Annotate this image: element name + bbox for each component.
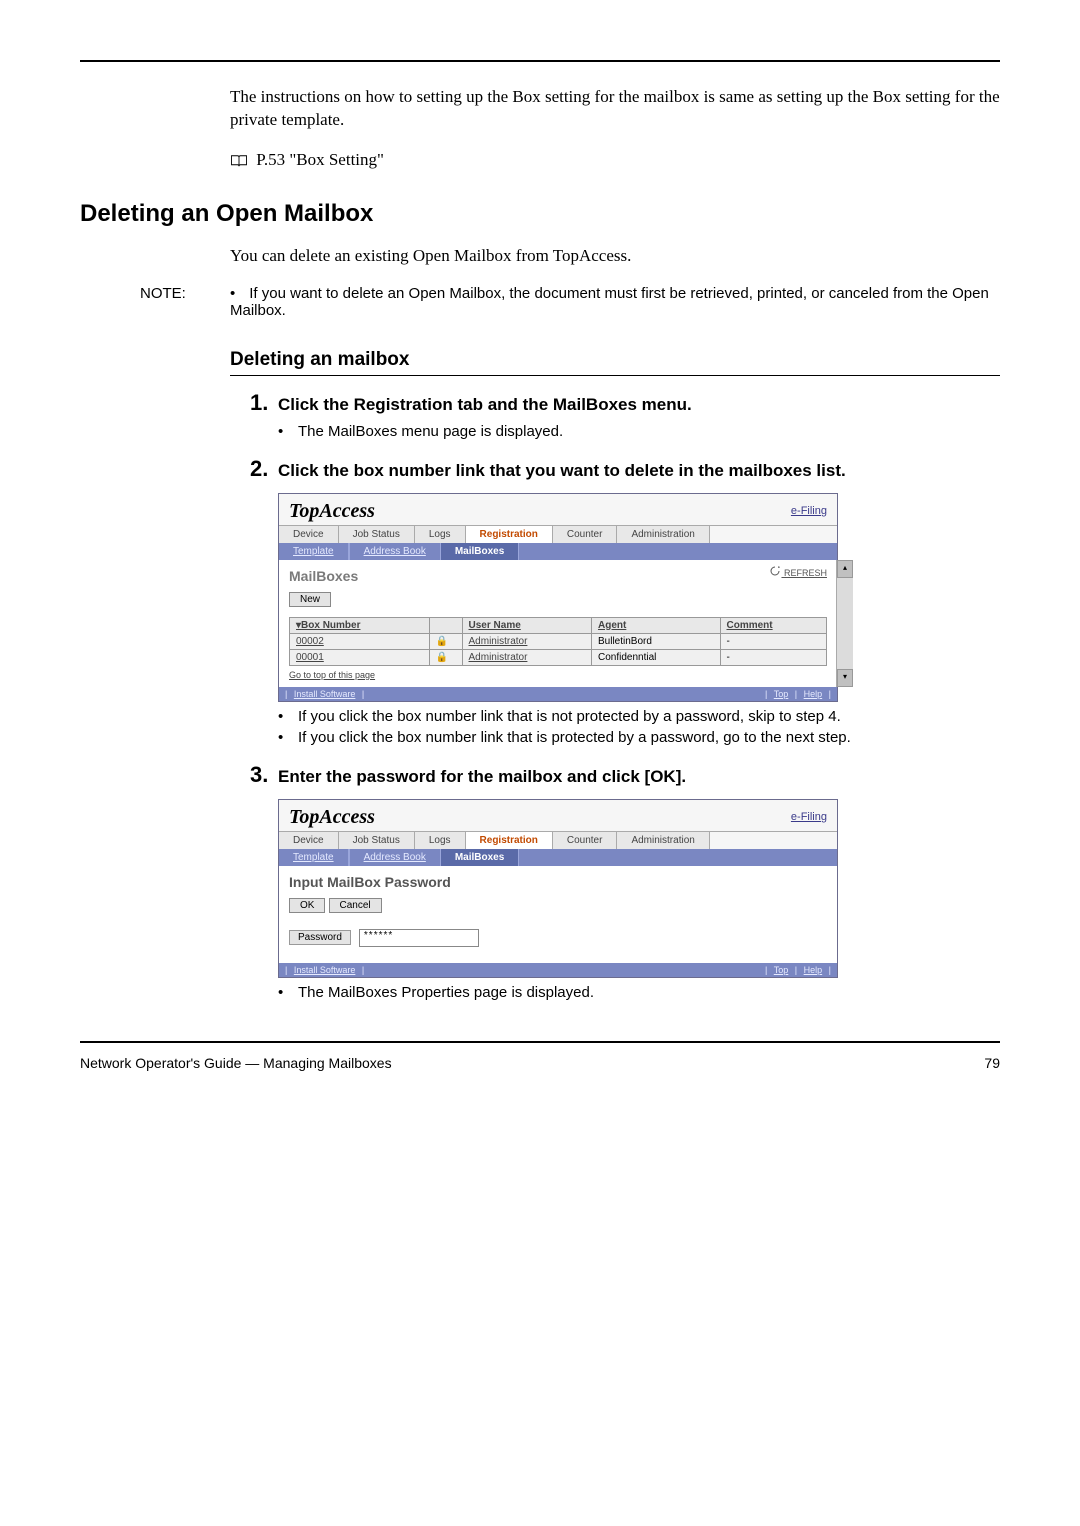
ok-button[interactable]: OK [289,898,325,913]
step-sub-text: If you click the box number link that is… [298,729,851,746]
topaccess-logo: TopAccess [289,500,375,523]
th-comment[interactable]: Comment [720,617,827,633]
tab-job-status[interactable]: Job Status [339,832,415,849]
step-title: Enter the password for the mailbox and c… [278,766,686,789]
lock-icon: 🔒 [429,649,462,665]
panel-title: MailBoxes [289,568,827,584]
bullet-icon: • [230,285,235,302]
th-lock [429,617,462,633]
subsection-heading: Deleting an mailbox [230,349,1000,376]
comment-cell: - [720,649,827,665]
new-button[interactable]: New [289,592,331,607]
bullet-icon: • [278,729,298,746]
step-number: 3. [250,762,278,788]
note-label: NOTE: [140,285,230,319]
tab-logs[interactable]: Logs [415,832,466,849]
cancel-button[interactable]: Cancel [329,898,382,913]
box-number-link[interactable]: 00002 [290,633,430,649]
screenshot-topaccess-password: TopAccess e-Filing Device Job Status Log… [278,799,838,978]
scroll-down-icon[interactable]: ▾ [837,669,853,687]
scrollbar[interactable]: ▴ ▾ [836,560,853,687]
mailboxes-table: ▾Box Number User Name Agent Comment 0000… [289,617,827,666]
step-number: 1. [250,390,278,416]
table-row: 00001 🔒 Administrator Confidenntial - [290,649,827,665]
section-heading: Deleting an Open Mailbox [80,200,1000,228]
tab-logs[interactable]: Logs [415,526,466,543]
step-number: 2. [250,456,278,482]
subtab-template[interactable]: Template [279,543,349,560]
tab-administration[interactable]: Administration [617,832,709,849]
note-text: If you want to delete an Open Mailbox, t… [230,285,989,319]
th-box-number[interactable]: ▾Box Number [290,617,430,633]
efiling-link[interactable]: e-Filing [791,811,827,823]
install-software-link[interactable]: Install Software [294,965,356,975]
lock-icon: 🔒 [429,633,462,649]
step-sub-text: If you click the box number link that is… [298,708,841,725]
topaccess-logo: TopAccess [289,806,375,829]
tab-registration[interactable]: Registration [466,832,553,849]
bullet-icon: • [278,984,298,1001]
tab-device[interactable]: Device [279,832,339,849]
bullet-icon: • [278,708,298,725]
book-icon [230,154,248,168]
efiling-link[interactable]: e-Filing [791,505,827,517]
user-name-link[interactable]: Administrator [462,633,591,649]
tab-device[interactable]: Device [279,526,339,543]
intro-paragraph: The instructions on how to setting up th… [230,86,1000,132]
tab-counter[interactable]: Counter [553,526,618,543]
tab-job-status[interactable]: Job Status [339,526,415,543]
tab-administration[interactable]: Administration [617,526,709,543]
step-sub-text: The MailBoxes menu page is displayed. [298,423,563,440]
top-link[interactable]: Top [774,965,789,975]
bullet-icon: • [278,423,298,440]
agent-cell: Confidenntial [591,649,720,665]
step-sub-text: The MailBoxes Properties page is display… [298,984,594,1001]
go-top-link[interactable]: Go to top of this page [289,670,375,680]
tab-registration[interactable]: Registration [466,526,553,543]
section-paragraph: You can delete an existing Open Mailbox … [230,245,1000,268]
top-link[interactable]: Top [774,689,789,699]
refresh-icon [769,566,781,576]
footer-page-number: 79 [984,1055,1000,1071]
footer-left: Network Operator's Guide — Managing Mail… [80,1055,392,1071]
box-number-link[interactable]: 00001 [290,649,430,665]
agent-cell: BulletinBord [591,633,720,649]
refresh-link[interactable]: REFRESH [769,566,827,578]
user-name-link[interactable]: Administrator [462,649,591,665]
panel-title: Input MailBox Password [289,874,827,890]
cross-ref: P.53 "Box Setting" [256,150,384,169]
install-software-link[interactable]: Install Software [294,689,356,699]
comment-cell: - [720,633,827,649]
screenshot-topaccess-mailboxes: TopAccess e-Filing Device Job Status Log… [278,493,838,702]
step-title: Click the Registration tab and the MailB… [278,394,692,417]
th-user-name[interactable]: User Name [462,617,591,633]
th-agent[interactable]: Agent [591,617,720,633]
subtab-address-book[interactable]: Address Book [349,849,441,866]
subtab-template[interactable]: Template [279,849,349,866]
help-link[interactable]: Help [804,689,823,699]
tab-counter[interactable]: Counter [553,832,618,849]
table-row: 00002 🔒 Administrator BulletinBord - [290,633,827,649]
subtab-mailboxes[interactable]: MailBoxes [441,543,519,560]
subtab-address-book[interactable]: Address Book [349,543,441,560]
subtab-mailboxes[interactable]: MailBoxes [441,849,519,866]
help-link[interactable]: Help [804,965,823,975]
password-label: Password [289,930,351,945]
step-title: Click the box number link that you want … [278,460,846,483]
password-input[interactable]: ****** [359,929,479,947]
scroll-up-icon[interactable]: ▴ [837,560,853,578]
